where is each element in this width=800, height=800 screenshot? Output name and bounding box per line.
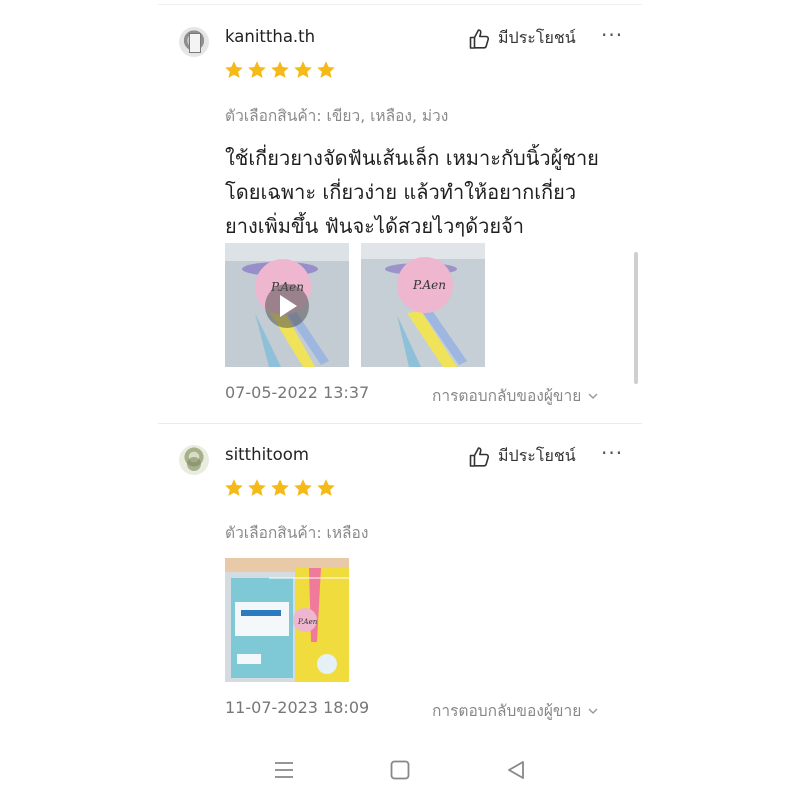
product-variant: ตัวเลือกสินค้า: เขียว, เหลือง, ม่วง xyxy=(225,107,449,125)
chevron-down-icon xyxy=(588,708,598,714)
star-icon xyxy=(271,479,289,496)
scrollbar[interactable] xyxy=(634,252,638,384)
reviewer-username[interactable]: kanittha.th xyxy=(225,27,315,46)
card-text: P.Aen xyxy=(412,278,446,292)
card-text: P.Aen xyxy=(297,618,318,626)
reviewer-username[interactable]: sitthitoom xyxy=(225,445,309,464)
star-icon xyxy=(294,479,312,496)
review-text-line: ยางเพิ่มขึ้น ฟันจะได้สวยไวๆด้วยจ้า xyxy=(225,214,525,238)
review-media: P.Aen xyxy=(225,558,349,682)
review-media: P.Aen P.Aen xyxy=(225,243,485,367)
seller-reply-label: การตอบกลับของผู้ขาย xyxy=(432,387,582,405)
thumbs-up-icon xyxy=(469,446,490,467)
home-square-icon[interactable] xyxy=(389,758,411,782)
review-text: ใช้เกี่ยวยางจัดฟันเส้นเล็ก เหมาะกับนิ้วผ… xyxy=(225,141,635,243)
review-text-line: โดยเฉพาะ เกี่ยวง่าย แล้วทำให้อยากเกี่ยว xyxy=(225,180,577,204)
star-rating xyxy=(224,478,336,498)
seller-reply-label: การตอบกลับของผู้ขาย xyxy=(432,702,582,720)
system-nav-bar xyxy=(0,742,800,800)
star-rating xyxy=(224,60,336,80)
avatar[interactable] xyxy=(179,445,209,475)
star-icon xyxy=(294,61,312,78)
reviews-panel: kanittha.th มีประโยชน์ ··· ตัวเลือกสินค้… xyxy=(158,0,642,735)
seller-reply-toggle[interactable]: การตอบกลับของผู้ขาย xyxy=(432,698,599,723)
star-icon xyxy=(271,61,289,78)
more-icon[interactable]: ··· xyxy=(601,441,623,465)
review-image-thumbnail[interactable]: P.Aen xyxy=(361,243,485,367)
bag-photo: P.Aen xyxy=(225,243,349,367)
helpful-button[interactable]: มีประโยชน์ xyxy=(468,444,576,469)
thumbs-up-icon xyxy=(469,28,490,49)
chevron-down-icon xyxy=(588,393,598,399)
review-divider xyxy=(158,423,642,424)
helpful-label: มีประโยชน์ xyxy=(498,28,576,47)
review-video-thumbnail[interactable]: P.Aen xyxy=(225,243,349,367)
helpful-button[interactable]: มีประโยชน์ xyxy=(468,26,576,51)
review-date: 11-07-2023 18:09 xyxy=(225,698,370,717)
package-photo: P.Aen xyxy=(225,558,349,682)
menu-icon[interactable] xyxy=(273,758,295,782)
star-icon xyxy=(225,61,243,78)
helpful-label: มีประโยชน์ xyxy=(498,446,576,465)
seller-reply-toggle[interactable]: การตอบกลับของผู้ขาย xyxy=(432,383,599,408)
avatar[interactable] xyxy=(179,27,209,57)
more-icon[interactable]: ··· xyxy=(601,23,623,47)
review-text-line: ใช้เกี่ยวยางจัดฟันเส้นเล็ก เหมาะกับนิ้วผ… xyxy=(225,146,599,170)
bag-photo: P.Aen xyxy=(361,243,485,367)
star-icon xyxy=(317,61,335,78)
star-icon xyxy=(248,479,266,496)
review-image-thumbnail[interactable]: P.Aen xyxy=(225,558,349,682)
top-divider xyxy=(158,4,642,5)
star-icon xyxy=(248,61,266,78)
product-variant: ตัวเลือกสินค้า: เหลือง xyxy=(225,524,369,542)
review-date: 07-05-2022 13:37 xyxy=(225,383,370,402)
back-triangle-icon[interactable] xyxy=(505,758,527,782)
star-icon xyxy=(225,479,243,496)
star-icon xyxy=(317,479,335,496)
